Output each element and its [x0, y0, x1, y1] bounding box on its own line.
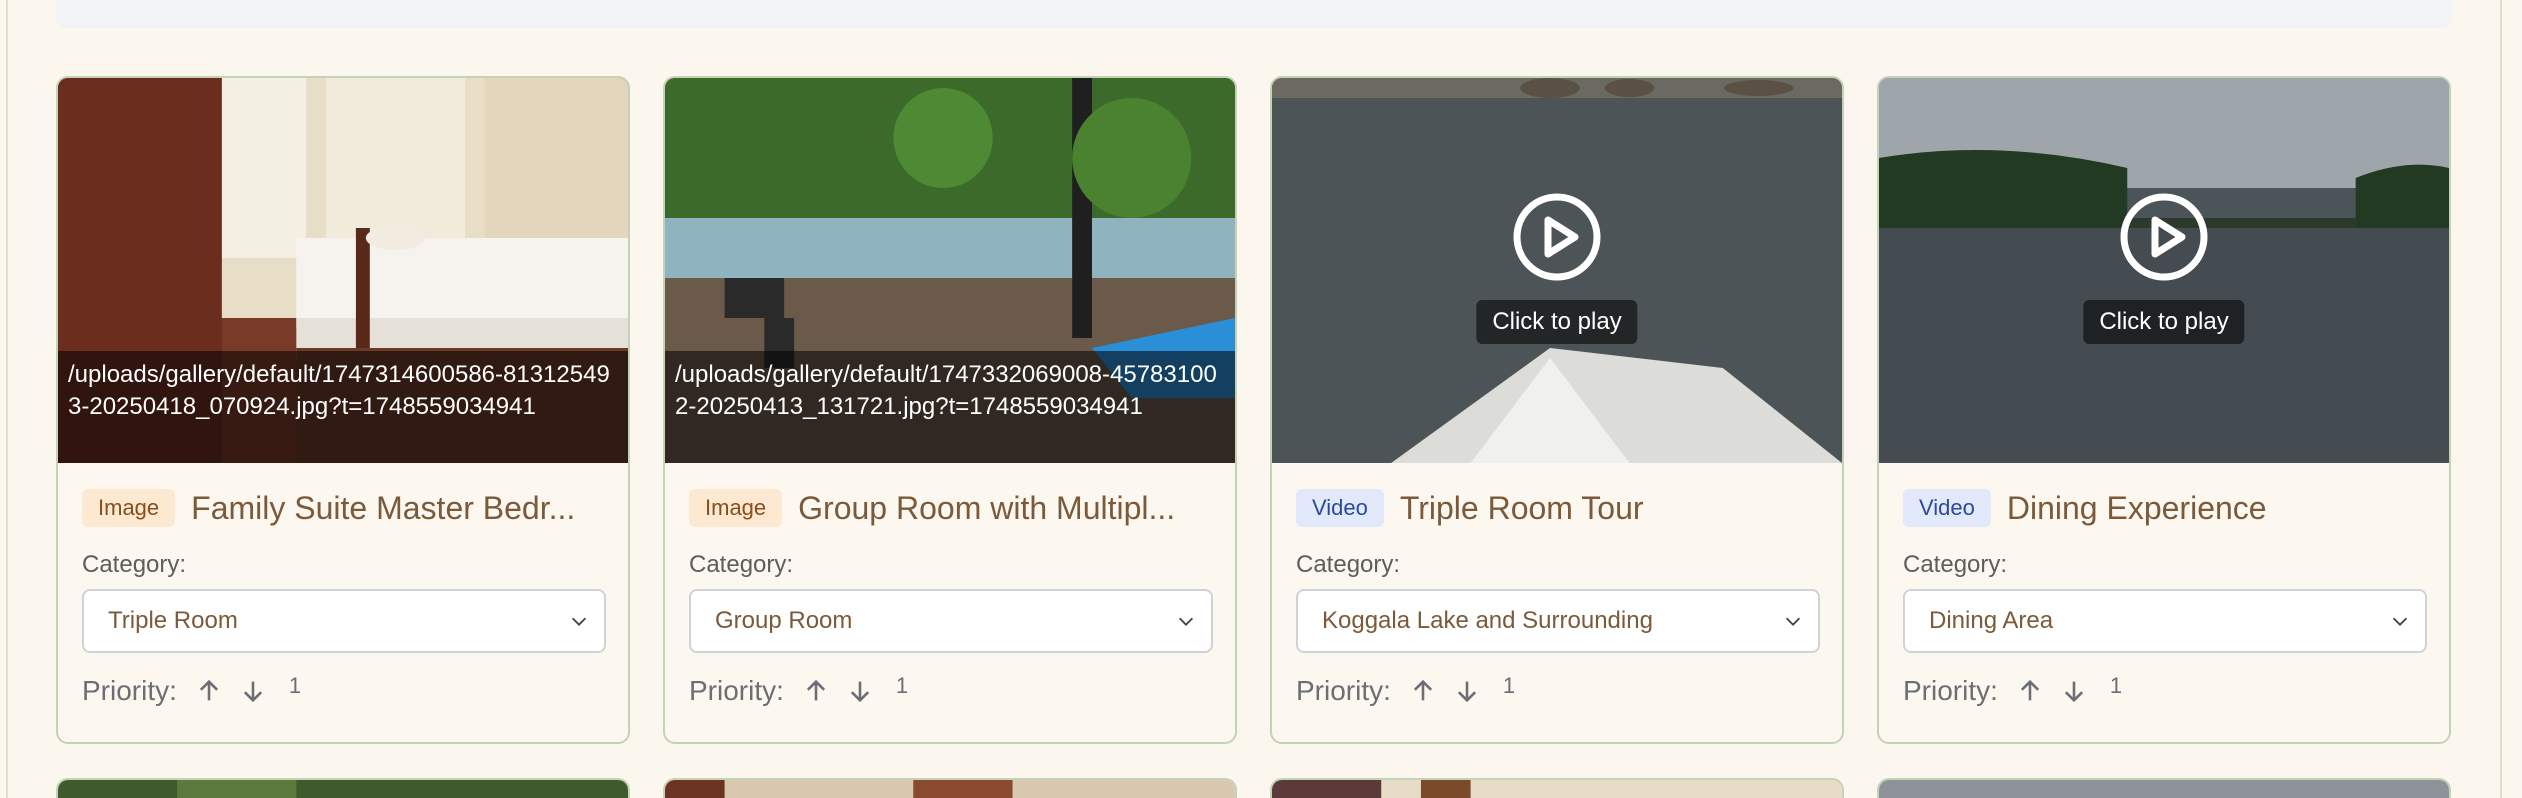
media-thumbnail[interactable]: /uploads/gallery/default/1747314600586-8… — [58, 78, 628, 463]
gallery-grid: /uploads/gallery/default/1747314600586-8… — [56, 76, 2451, 798]
card-title: Triple Room Tour — [1399, 489, 1644, 526]
arrow-down-icon[interactable] — [846, 677, 874, 705]
gallery-card: Click to play Video Dining Experience Ca… — [1877, 76, 2451, 744]
priority-label: Priority: — [82, 675, 177, 706]
play-icon[interactable] — [1512, 192, 1602, 282]
chevron-down-icon — [2392, 617, 2408, 626]
video-thumbnail[interactable]: Click to play — [1879, 78, 2449, 463]
file-path-overlay: /uploads/gallery/default/1747314600586-8… — [58, 351, 628, 463]
landscape-thumbnail — [1879, 780, 2449, 798]
card-title: Family Suite Master Bedr... — [191, 489, 576, 526]
arrow-down-icon[interactable] — [2060, 677, 2088, 705]
gallery-card-partial[interactable] — [1270, 778, 1844, 798]
arrow-up-icon[interactable] — [2016, 677, 2044, 705]
foliage-thumbnail — [58, 780, 628, 798]
category-select[interactable]: Triple Room — [82, 589, 606, 653]
arrow-down-icon[interactable] — [1453, 677, 1481, 705]
category-select-value: Koggala Lake and Surrounding — [1322, 607, 1653, 634]
file-path-overlay: /uploads/gallery/default/1747332069008-4… — [665, 351, 1235, 463]
category-select-value: Group Room — [715, 607, 853, 634]
priority-label: Priority: — [1903, 675, 1998, 706]
video-thumbnail[interactable]: Click to play — [1272, 78, 1842, 463]
category-select[interactable]: Dining Area — [1903, 589, 2427, 653]
video-play-overlay[interactable]: Click to play — [1879, 78, 2449, 463]
arrow-up-icon[interactable] — [195, 677, 223, 705]
media-type-badge: Image — [689, 489, 783, 527]
category-label: Category: — [689, 551, 794, 578]
category-select-value: Dining Area — [1929, 607, 2054, 634]
media-type-badge: Video — [1903, 489, 1991, 527]
gallery-card: /uploads/gallery/default/1747314600586-8… — [56, 76, 630, 744]
click-to-play-label[interactable]: Click to play — [1476, 300, 1638, 344]
category-select[interactable]: Koggala Lake and Surrounding — [1296, 589, 1820, 653]
chevron-down-icon — [571, 617, 587, 626]
chevron-down-icon — [1785, 617, 1801, 626]
priority-value: 1 — [895, 673, 909, 698]
category-label: Category: — [82, 551, 187, 578]
priority-value: 1 — [1502, 673, 1516, 698]
room-thumbnail — [1272, 780, 1842, 798]
chevron-down-icon — [1178, 617, 1194, 626]
top-panel — [56, 0, 2452, 28]
category-select[interactable]: Group Room — [689, 589, 1213, 653]
arrow-down-icon[interactable] — [239, 677, 267, 705]
gallery-card-partial[interactable] — [56, 778, 630, 798]
arrow-up-icon[interactable] — [1409, 677, 1437, 705]
play-icon[interactable] — [2119, 192, 2209, 282]
page-frame-right — [2500, 0, 2522, 798]
video-play-overlay[interactable]: Click to play — [1272, 78, 1842, 463]
media-type-badge: Image — [82, 489, 176, 527]
category-label: Category: — [1296, 551, 1401, 578]
click-to-play-label[interactable]: Click to play — [2083, 300, 2245, 344]
room-thumbnail — [665, 780, 1235, 798]
card-title: Group Room with Multipl... — [798, 489, 1176, 526]
card-title: Dining Experience — [2006, 489, 2267, 526]
priority-value: 1 — [288, 673, 302, 698]
priority-label: Priority: — [1296, 675, 1391, 706]
arrow-up-icon[interactable] — [802, 677, 830, 705]
category-label: Category: — [1903, 551, 2008, 578]
gallery-card-partial[interactable] — [1877, 778, 2451, 798]
page-frame-left — [0, 0, 8, 798]
gallery-card-partial[interactable] — [663, 778, 1237, 798]
media-thumbnail[interactable]: /uploads/gallery/default/1747332069008-4… — [665, 78, 1235, 463]
gallery-card: /uploads/gallery/default/1747332069008-4… — [663, 76, 1237, 744]
media-type-badge: Video — [1296, 489, 1384, 527]
category-select-value: Triple Room — [108, 607, 238, 634]
priority-value: 1 — [2109, 673, 2123, 698]
gallery-card: Click to play Video Triple Room Tour Cat… — [1270, 76, 1844, 744]
priority-label: Priority: — [689, 675, 784, 706]
